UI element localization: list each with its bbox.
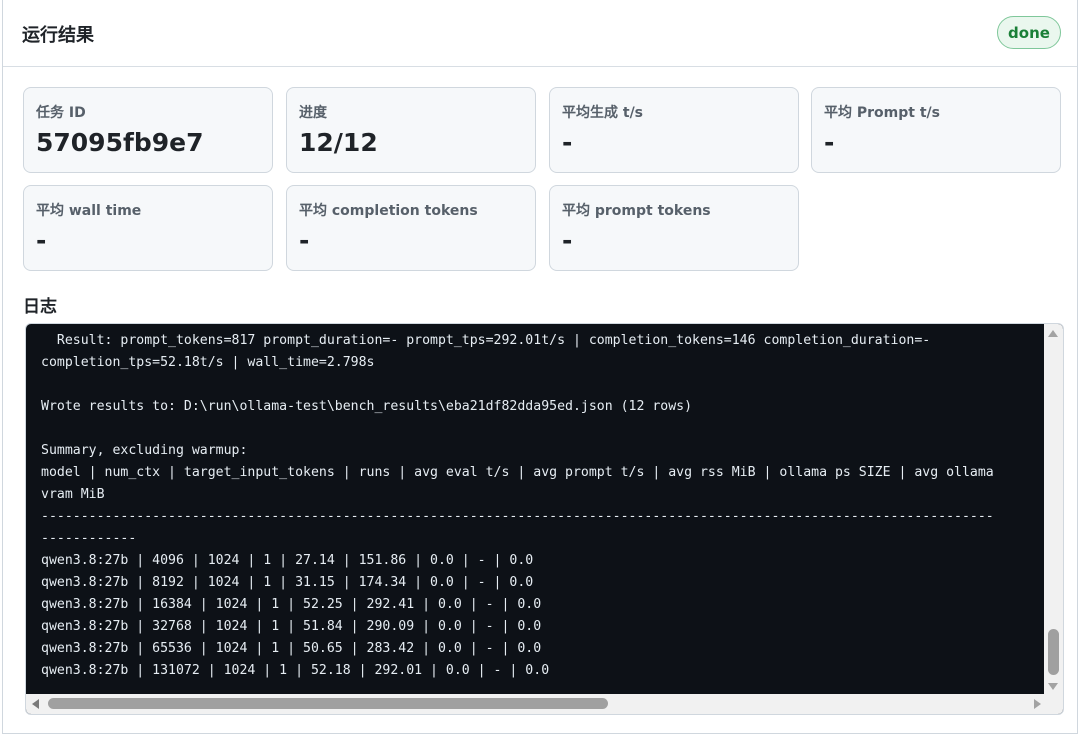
- panel-header: 运行结果 done: [3, 0, 1077, 67]
- stat-value: 12/12: [299, 128, 378, 157]
- stat-value: -: [824, 128, 835, 157]
- stat-card-task-id: 任务 ID 57095fb9e7: [23, 87, 273, 173]
- horizontal-scroll-thumb[interactable]: [48, 698, 608, 709]
- log-line: Wrote results to: D:\run\ollama-test\ben…: [41, 399, 693, 414]
- stat-card-avg-prompt-tokens: 平均 prompt tokens -: [549, 185, 799, 271]
- vertical-scrollbar[interactable]: [1044, 324, 1063, 696]
- stat-label: 平均 wall time: [36, 203, 142, 219]
- stat-value: -: [562, 226, 573, 255]
- horizontal-scrollbar[interactable]: [26, 694, 1063, 714]
- log-text[interactable]: Result: prompt_tokens=817 prompt_duratio…: [41, 330, 1045, 682]
- stat-card-avg-wall-time: 平均 wall time -: [23, 185, 273, 271]
- stat-label: 任务 ID: [36, 105, 86, 121]
- scroll-right-arrow-icon[interactable]: [1034, 699, 1041, 709]
- stat-value: -: [562, 128, 573, 157]
- vertical-scroll-thumb[interactable]: [1048, 629, 1059, 675]
- log-line: model | num_ctx | target_input_tokens | …: [41, 465, 994, 480]
- scroll-left-arrow-icon[interactable]: [32, 699, 39, 709]
- log-line: Result: prompt_tokens=817 prompt_duratio…: [41, 333, 931, 348]
- log-line: qwen3.8:27b | 65536 | 1024 | 1 | 50.65 |…: [41, 641, 542, 656]
- results-panel: 运行结果 done 任务 ID 57095fb9e7 进度 12/12 平均生成…: [2, 0, 1078, 734]
- status-badge: done: [997, 16, 1061, 49]
- log-line: Summary, excluding warmup:: [41, 443, 248, 458]
- log-line: ----------------------------------------…: [41, 509, 994, 524]
- stat-value: -: [299, 226, 310, 255]
- scroll-down-arrow-icon[interactable]: [1048, 683, 1058, 690]
- log-line: qwen3.8:27b | 4096 | 1024 | 1 | 27.14 | …: [41, 553, 534, 568]
- log-output[interactable]: Result: prompt_tokens=817 prompt_duratio…: [25, 323, 1064, 715]
- stat-label: 进度: [299, 105, 327, 121]
- log-heading: 日志: [23, 297, 57, 317]
- scroll-up-arrow-icon[interactable]: [1048, 330, 1058, 337]
- log-line: qwen3.8:27b | 8192 | 1024 | 1 | 31.15 | …: [41, 575, 534, 590]
- stat-value: 57095fb9e7: [36, 128, 204, 157]
- stat-card-avg-completion-tokens: 平均 completion tokens -: [286, 185, 536, 271]
- stat-value: -: [36, 226, 47, 255]
- stat-card-progress: 进度 12/12: [286, 87, 536, 173]
- log-line: vram MiB: [41, 487, 105, 502]
- stat-label: 平均 Prompt t/s: [824, 105, 940, 121]
- log-line: qwen3.8:27b | 131072 | 1024 | 1 | 52.18 …: [41, 663, 550, 678]
- stat-label: 平均 prompt tokens: [562, 203, 711, 219]
- log-line: ------------: [41, 531, 137, 546]
- stat-label: 平均 completion tokens: [299, 203, 478, 219]
- stat-card-avg-prompt-tps: 平均 Prompt t/s -: [811, 87, 1061, 173]
- stat-label: 平均生成 t/s: [562, 105, 644, 121]
- stat-card-avg-gen-tps: 平均生成 t/s -: [549, 87, 799, 173]
- log-line: qwen3.8:27b | 16384 | 1024 | 1 | 52.25 |…: [41, 597, 542, 612]
- log-line: completion_tps=52.18t/s | wall_time=2.79…: [41, 355, 375, 370]
- log-line: qwen3.8:27b | 32768 | 1024 | 1 | 51.84 |…: [41, 619, 542, 634]
- panel-title: 运行结果: [22, 25, 94, 46]
